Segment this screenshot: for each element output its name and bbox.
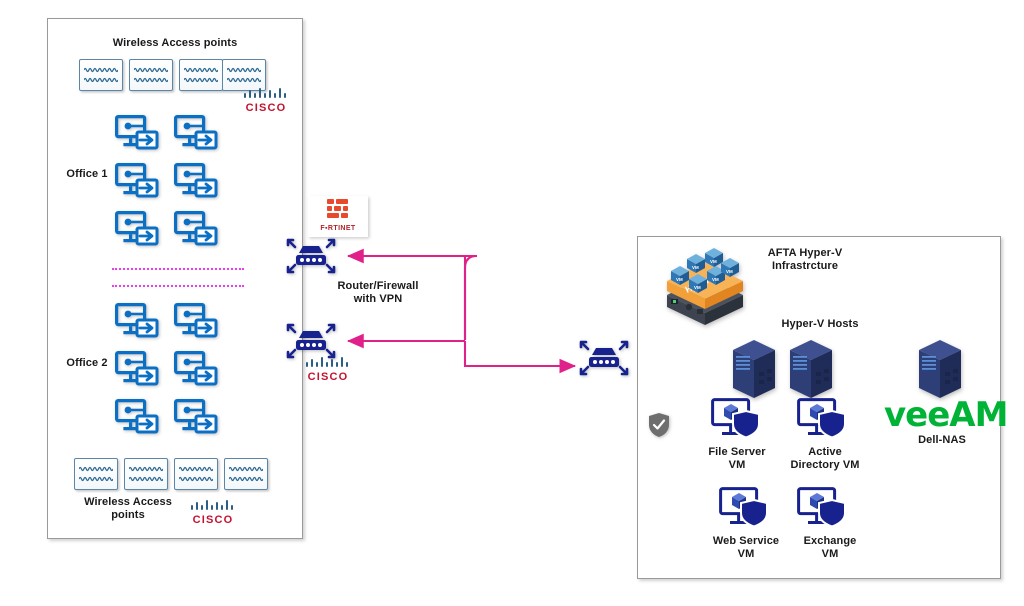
wifi-wave-icon <box>179 466 213 472</box>
hyper-v-host-2[interactable] <box>786 336 836 402</box>
svg-text:VM: VM <box>676 277 683 282</box>
svg-text:VM: VM <box>710 259 717 264</box>
fortinet-wordmark: F▪RTINET <box>320 225 356 232</box>
exchange-vm[interactable] <box>797 487 849 529</box>
access-point-8[interactable] <box>224 458 268 490</box>
cisco-wordmark-edge: CISCO <box>307 371 349 383</box>
workstation-o2-5[interactable] <box>115 399 159 439</box>
office-divider-1 <box>112 268 244 270</box>
access-point-6[interactable] <box>124 458 168 490</box>
network-diagram-canvas: Wireless Access points CISCO Office 1 Of… <box>0 0 1024 606</box>
active-directory-vm-label: Active Directory VM <box>790 446 860 471</box>
workstation-o1-2[interactable] <box>174 115 218 155</box>
wifi-wave-icon <box>79 476 113 482</box>
wifi-wave-icon <box>179 476 213 482</box>
hyper-v-infrastructure-icon[interactable]: Hyper-V VM VM <box>657 243 753 327</box>
office-1-label: Office 1 <box>66 168 108 180</box>
svg-text:VM: VM <box>712 277 719 282</box>
infrastructure-label: AFTA Hyper-V Infrastrcture <box>767 247 843 272</box>
workstation-o1-4[interactable] <box>174 163 218 203</box>
wifi-wave-icon <box>229 466 263 472</box>
active-directory-vm[interactable] <box>797 398 849 440</box>
wifi-wave-icon <box>134 77 168 83</box>
dell-nas-device[interactable] <box>915 336 965 402</box>
workstation-o1-6[interactable] <box>174 211 218 251</box>
wifi-wave-icon <box>84 77 118 83</box>
access-point-2[interactable] <box>129 59 173 91</box>
vpn-link-to-core <box>463 341 577 374</box>
access-point-4[interactable] <box>222 59 266 91</box>
access-point-7[interactable] <box>174 458 218 490</box>
workstation-o2-6[interactable] <box>174 399 218 439</box>
access-point-1[interactable] <box>79 59 123 91</box>
workstation-o1-5[interactable] <box>115 211 159 251</box>
cisco-wordmark-top: CISCO <box>245 102 287 114</box>
wifi-wave-icon <box>229 476 263 482</box>
dell-nas-label: Dell-NAS <box>918 434 966 446</box>
router-firewall-top[interactable] <box>285 233 337 279</box>
wifi-wave-icon <box>129 466 163 472</box>
workstation-o2-4[interactable] <box>174 351 218 391</box>
workstation-o1-1[interactable] <box>115 115 159 155</box>
wifi-wave-icon <box>184 77 218 83</box>
web-service-vm-label: Web Service VM <box>712 535 780 560</box>
web-service-vm[interactable] <box>719 487 771 529</box>
office-2-label: Office 2 <box>66 357 108 369</box>
workstation-o2-3[interactable] <box>115 351 159 391</box>
svg-text:VM: VM <box>726 269 733 274</box>
wifi-wave-icon <box>227 77 261 83</box>
wifi-wave-icon <box>84 67 118 73</box>
wifi-wave-icon <box>227 67 261 73</box>
top-wireless-label: Wireless Access points <box>112 37 238 49</box>
wifi-wave-icon <box>79 466 113 472</box>
file-server-vm[interactable] <box>711 398 763 440</box>
cisco-logo-bottom: CISCO <box>188 500 238 526</box>
core-switch[interactable] <box>578 335 630 381</box>
exchange-vm-label: Exchange VM <box>803 535 857 560</box>
wifi-wave-icon <box>129 476 163 482</box>
workstation-o2-1[interactable] <box>115 303 159 343</box>
svg-text:VM: VM <box>694 285 701 290</box>
access-point-3[interactable] <box>179 59 223 91</box>
access-point-5[interactable] <box>74 458 118 490</box>
wifi-wave-icon <box>184 67 218 73</box>
cisco-logo-top: CISCO <box>241 88 291 114</box>
cisco-wordmark-bottom: CISCO <box>192 514 234 526</box>
veeam-wordmark: veeAM <box>884 395 1008 435</box>
fortinet-mark-icon <box>327 199 348 218</box>
wifi-wave-icon <box>134 67 168 73</box>
router-firewall-label: Router/Firewall with VPN <box>337 280 419 305</box>
svg-text:VM: VM <box>692 265 699 270</box>
veeam-logo: veeAM <box>884 395 1008 435</box>
security-shield-icon <box>648 412 670 438</box>
bottom-wireless-label: Wireless Access points <box>84 496 172 521</box>
hyper-v-host-1[interactable] <box>729 336 779 402</box>
cisco-logo-edge: CISCO <box>303 357 353 383</box>
office-divider-2 <box>112 285 244 287</box>
workstation-o1-3[interactable] <box>115 163 159 203</box>
hyper-v-hosts-label: Hyper-V Hosts <box>781 318 859 330</box>
file-server-vm-label: File Server VM <box>708 446 766 471</box>
fortinet-logo: F▪RTINET <box>308 196 368 237</box>
workstation-o2-2[interactable] <box>174 303 218 343</box>
